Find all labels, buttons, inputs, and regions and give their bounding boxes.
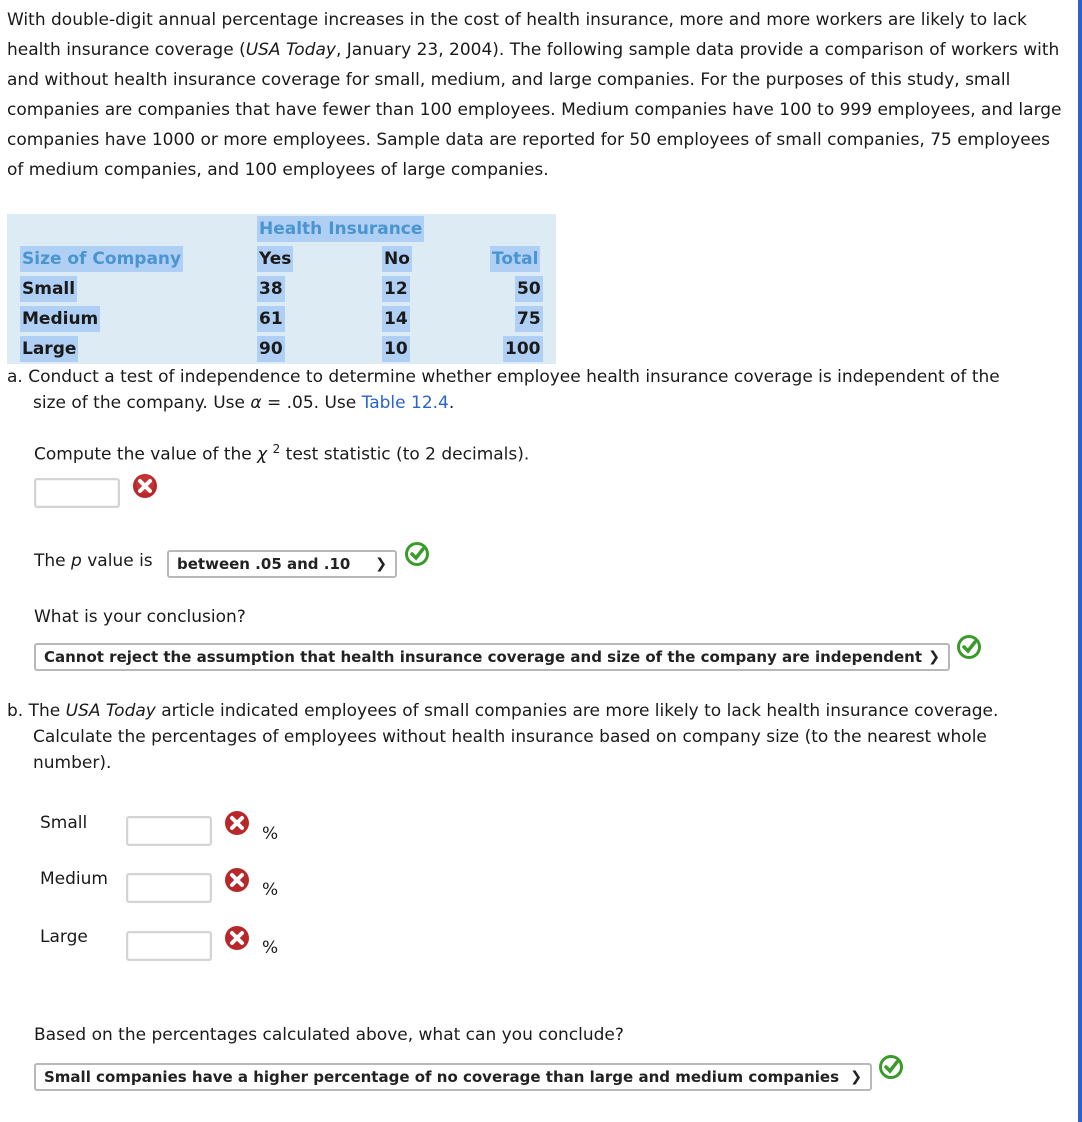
chevron-down-icon: ❯ [375, 556, 387, 572]
large-label: Large [40, 927, 88, 947]
part-b-line3: number). [33, 753, 112, 773]
stat-text: test statistic (to 2 decimals). [280, 444, 530, 465]
alpha-symbol: α [250, 393, 262, 413]
row-no: 10 [382, 336, 410, 362]
header-size: Size of Company [20, 246, 184, 272]
data-table: Health Insurance Size of Company Yes No … [7, 214, 556, 364]
part-b-text: article indicated employees of small com… [155, 701, 999, 721]
conclusion-select[interactable]: Cannot reject the assumption that health… [34, 643, 950, 671]
based-conclusion-selected: Small companies have a higher percentage… [44, 1068, 840, 1086]
p-text: value is [81, 551, 153, 571]
row-total: 100 [503, 336, 543, 362]
conclusion-label: What is your conclusion? [34, 607, 246, 627]
check-circle-icon [957, 635, 981, 659]
part-a-question: a. Conduct a test of independence to det… [7, 364, 1067, 416]
part-b-question: b. The USA Today article indicated emplo… [7, 698, 1072, 776]
right-edge-bar [1078, 0, 1082, 1122]
row-total: 75 [515, 306, 543, 332]
p-value-selected: between .05 and .10 [177, 555, 351, 573]
part-a-line1: a. Conduct a test of independence to det… [7, 367, 1000, 387]
p-value-select[interactable]: between .05 and .10 ❯ [167, 550, 397, 578]
check-circle-icon [405, 542, 429, 566]
header-total: Total [490, 246, 541, 272]
row-yes: 61 [257, 306, 285, 332]
stat-label: Compute the value of the χ 2 test statis… [34, 442, 529, 465]
p-value-label: The p value is [34, 551, 153, 571]
row-size: Small [20, 276, 78, 302]
table-link[interactable]: Table 12.4 [362, 393, 449, 413]
percent-sign: % [262, 880, 279, 900]
row-yes: 38 [257, 276, 285, 302]
intro-text-2: , January 23, 2004). The following sampl… [7, 40, 1062, 180]
conclusion-selected: Cannot reject the assumption that health… [44, 648, 923, 666]
x-circle-icon [225, 811, 249, 835]
group-header: Health Insurance [257, 216, 425, 242]
header-no: No [382, 246, 412, 272]
percent-sign: % [262, 938, 279, 958]
check-circle-icon [879, 1055, 903, 1079]
small-percent-input[interactable] [126, 816, 212, 846]
based-conclusion-label: Based on the percentages calculated abov… [34, 1025, 624, 1045]
based-conclusion-select[interactable]: Small companies have a higher percentage… [34, 1063, 872, 1091]
intro-source: USA Today [245, 40, 336, 60]
problem-intro: With double-digit annual percentage incr… [7, 5, 1067, 185]
header-yes: Yes [257, 246, 294, 272]
row-yes: 90 [257, 336, 285, 362]
p-variable: p [71, 551, 82, 571]
part-a-text: . [448, 393, 455, 413]
part-a-text: = .05. Use [261, 393, 362, 413]
part-b-line2: Calculate the percentages of employees w… [33, 727, 987, 747]
x-circle-icon [133, 474, 157, 498]
medium-percent-input[interactable] [126, 873, 212, 903]
part-b-source: USA Today [65, 701, 156, 721]
row-total: 50 [515, 276, 543, 302]
medium-label: Medium [40, 869, 108, 889]
chevron-down-icon: ❯ [928, 649, 940, 665]
percent-sign: % [262, 824, 279, 844]
row-size: Large [20, 336, 79, 362]
chi-symbol: χ [257, 444, 268, 465]
row-no: 14 [382, 306, 410, 332]
chi-square-input[interactable] [34, 478, 120, 508]
p-text: The [34, 551, 72, 571]
x-circle-icon [225, 926, 249, 950]
part-b-text: b. The [7, 701, 66, 721]
small-label: Small [40, 813, 88, 833]
x-circle-icon [225, 868, 249, 892]
row-size: Medium [20, 306, 101, 332]
stat-text: Compute the value of the [34, 444, 258, 465]
row-no: 12 [382, 276, 410, 302]
chevron-down-icon: ❯ [850, 1069, 862, 1085]
part-a-text: size of the company. Use [33, 393, 251, 413]
large-percent-input[interactable] [126, 931, 212, 961]
